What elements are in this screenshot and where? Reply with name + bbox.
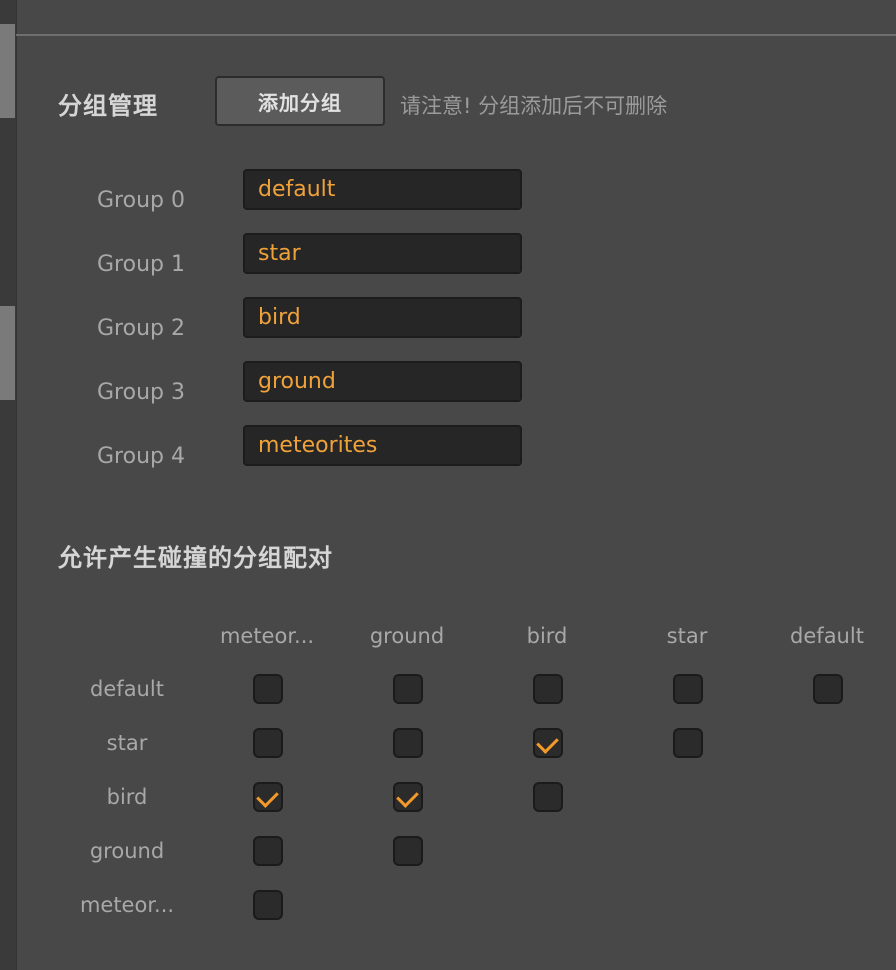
matrix-row-header: bird	[106, 785, 148, 809]
matrix-row-header: star	[106, 731, 148, 755]
collision-matrix-title: 允许产生碰撞的分组配对	[58, 544, 333, 572]
matrix-column-header: meteor...	[219, 624, 315, 648]
scroll-thumb[interactable]	[0, 24, 15, 118]
scroll-thumb[interactable]	[0, 306, 15, 400]
collision-checkbox[interactable]	[533, 728, 563, 758]
checkmark-icon	[536, 731, 559, 754]
collision-checkbox[interactable]	[253, 674, 283, 704]
collision-checkbox[interactable]	[533, 782, 563, 812]
collision-checkbox[interactable]	[673, 728, 703, 758]
group-management-title: 分组管理	[58, 92, 158, 120]
divider	[16, 34, 896, 36]
checkmark-icon	[396, 785, 419, 808]
collision-checkbox[interactable]	[393, 728, 423, 758]
matrix-column-header: default	[790, 624, 864, 648]
group-label: Group 0	[97, 188, 185, 213]
group-label: Group 1	[97, 252, 185, 277]
group-name-field[interactable]: default	[243, 169, 522, 210]
matrix-row-header: ground	[89, 839, 165, 863]
group-name-field[interactable]: star	[243, 233, 522, 274]
group-name-field[interactable]: ground	[243, 361, 522, 402]
group-label: Group 3	[97, 380, 185, 405]
matrix-column-header: ground	[369, 624, 445, 648]
collision-checkbox[interactable]	[253, 782, 283, 812]
collision-group-settings-panel: 分组管理 添加分组 请注意! 分组添加后不可删除 Group 0 default…	[0, 0, 896, 970]
collision-checkbox[interactable]	[813, 674, 843, 704]
collision-checkbox[interactable]	[253, 728, 283, 758]
collision-checkbox[interactable]	[253, 836, 283, 866]
add-group-button[interactable]: 添加分组	[215, 76, 385, 126]
collision-checkbox[interactable]	[393, 782, 423, 812]
matrix-row-header: meteor...	[79, 893, 175, 917]
collision-checkbox[interactable]	[393, 674, 423, 704]
collision-checkbox[interactable]	[393, 836, 423, 866]
add-group-notice: 请注意! 分组添加后不可删除	[400, 94, 668, 118]
checkmark-icon	[256, 785, 279, 808]
matrix-column-header: star	[666, 624, 708, 648]
group-label: Group 2	[97, 316, 185, 341]
collision-checkbox[interactable]	[533, 674, 563, 704]
matrix-row-header: default	[90, 677, 164, 701]
group-label: Group 4	[97, 444, 185, 469]
collision-checkbox[interactable]	[253, 890, 283, 920]
matrix-column-header: bird	[526, 624, 568, 648]
group-name-field[interactable]: bird	[243, 297, 522, 338]
group-name-field[interactable]: meteorites	[243, 425, 522, 466]
collision-checkbox[interactable]	[673, 674, 703, 704]
left-scroll-rail[interactable]	[0, 0, 17, 970]
